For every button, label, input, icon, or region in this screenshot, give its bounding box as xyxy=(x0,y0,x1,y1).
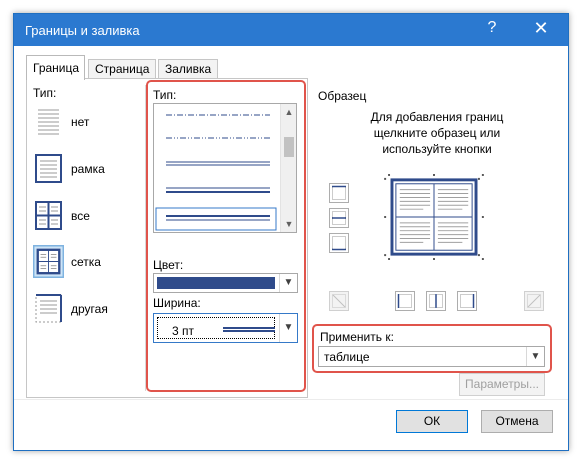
tab-page-border-label: Страница xyxy=(95,62,150,76)
border-bottom-icon xyxy=(332,236,346,251)
diagonal-up-icon xyxy=(527,294,541,308)
setting-label: Тип: xyxy=(33,86,57,100)
border-box-icon xyxy=(35,154,62,183)
setting-item-custom-label: другая xyxy=(71,302,108,316)
close-button[interactable]: ✕ xyxy=(526,18,556,39)
footer-separator xyxy=(14,399,568,400)
border-inside-vertical-icon xyxy=(429,294,443,308)
tab-shading[interactable]: Заливка xyxy=(158,59,218,79)
dialog-titlebar: Границы и заливка ? ✕ xyxy=(14,14,568,46)
border-all-icon xyxy=(35,201,62,230)
options-button[interactable]: Параметры... xyxy=(459,373,545,396)
tab-border-label: Граница xyxy=(33,61,80,75)
diagonal-down-icon xyxy=(332,294,346,308)
tab-shading-label: Заливка xyxy=(165,62,212,76)
border-grid-icon xyxy=(33,245,64,278)
setting-item-box-label: рамка xyxy=(71,162,105,176)
border-top-button[interactable] xyxy=(329,183,349,203)
border-inside-vertical-button[interactable] xyxy=(426,291,446,311)
tab-border[interactable]: Граница xyxy=(26,55,85,80)
style-color-width-highlight xyxy=(146,80,306,392)
setting-item-none-label: нет xyxy=(71,115,90,129)
dialog-title: Границы и заливка xyxy=(25,23,140,38)
border-left-icon xyxy=(397,294,412,308)
preview-hint: Для добавления границ щелкните образец и… xyxy=(370,110,504,156)
setting-item-all-label: все xyxy=(71,209,90,223)
border-preview[interactable] xyxy=(384,174,484,260)
border-left-button[interactable] xyxy=(395,291,415,311)
border-inside-horizontal-button[interactable] xyxy=(329,208,349,228)
tab-page-border[interactable]: Страница xyxy=(88,59,156,79)
border-right-icon xyxy=(460,294,475,308)
setting-item-grid-label: сетка xyxy=(71,255,101,269)
border-top-icon xyxy=(332,185,346,200)
preview-label: Образец xyxy=(318,89,367,103)
border-none-icon xyxy=(38,109,59,135)
border-diagonal-up-button[interactable] xyxy=(524,291,544,311)
cancel-button[interactable]: Отмена xyxy=(481,410,553,433)
border-bottom-button[interactable] xyxy=(329,233,349,253)
border-right-button[interactable] xyxy=(457,291,477,311)
border-diagonal-down-button[interactable] xyxy=(329,291,349,311)
ok-button[interactable]: ОК xyxy=(396,410,468,433)
apply-to-highlight xyxy=(312,324,552,373)
border-custom-icon xyxy=(35,294,62,323)
help-button[interactable]: ? xyxy=(480,19,504,37)
border-inside-horizontal-icon xyxy=(332,211,346,225)
